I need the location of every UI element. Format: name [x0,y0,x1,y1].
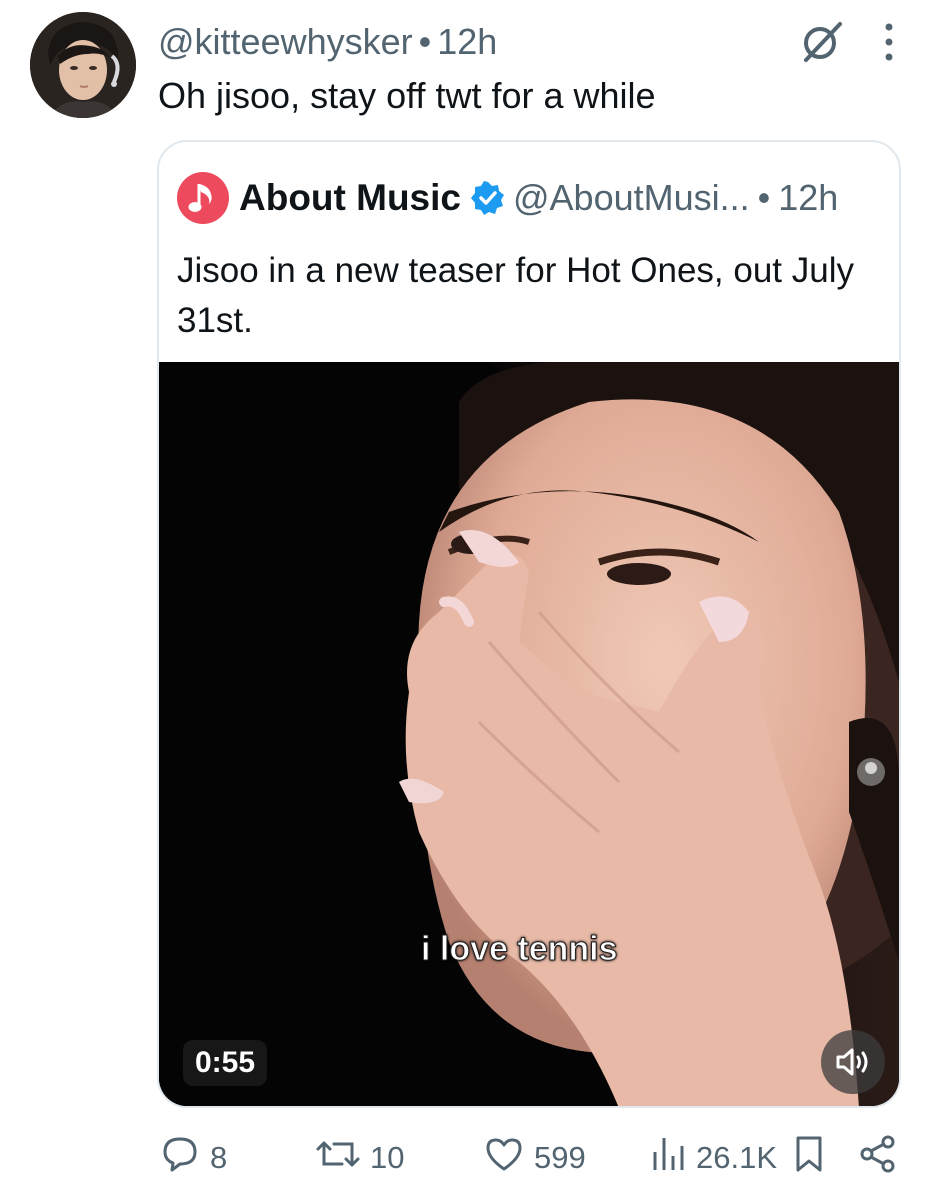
quoted-author-name[interactable]: About Music [239,177,461,219]
view-count: 26.1K [696,1140,778,1175]
quoted-author-handle[interactable]: @AboutMusi... [513,177,750,219]
views-button[interactable]: 26.1K [652,1134,777,1182]
bookmark-icon[interactable] [794,1134,824,1174]
reply-button[interactable]: 8 [160,1134,227,1182]
author-handle[interactable]: @kitteewhysker [158,21,413,62]
repost-count: 10 [370,1140,405,1175]
quoted-post-time[interactable]: 12h [778,177,838,219]
video-frame [159,362,899,1106]
music-note-icon [177,172,229,224]
post-header: @kitteewhysker • 12h [158,20,497,64]
repost-icon [316,1134,360,1182]
action-bar: 8 10 599 26.1K [160,1134,904,1184]
analytics-icon [652,1134,686,1182]
video-subtitle: i love tennis [421,930,618,969]
heart-icon [484,1134,524,1182]
more-vertical-icon[interactable] [882,20,896,64]
quoted-post[interactable]: About Music @AboutMusi... • 12h Jisoo in… [157,140,901,1108]
quoted-post-text: Jisoo in a new teaser for Hot Ones, out … [177,251,854,340]
post-header-actions [798,18,896,66]
video-duration: 0:55 [183,1040,268,1086]
post-screen: @kitteewhysker • 12h Oh jisoo, stay off tw… [0,0,934,1200]
separator-dot: • [757,177,771,218]
separator-dot: • [418,21,432,62]
share-icon[interactable] [858,1134,898,1174]
avatar-image [30,12,136,118]
quoted-post-header: About Music @AboutMusi... • 12h [177,172,838,224]
grok-icon[interactable] [798,18,846,66]
reply-count: 8 [210,1140,228,1175]
speaker-icon[interactable] [821,1030,885,1094]
like-button[interactable]: 599 [484,1134,586,1182]
video-player[interactable]: i love tennis 0:55 [159,362,899,1106]
repost-button[interactable]: 10 [316,1134,404,1182]
post-time[interactable]: 12h [437,21,497,62]
reply-icon [160,1134,200,1182]
post-text: Oh jisoo, stay off twt for a while [158,75,656,116]
verified-badge-icon [470,181,505,215]
like-count: 599 [534,1140,586,1175]
avatar[interactable] [30,12,136,118]
